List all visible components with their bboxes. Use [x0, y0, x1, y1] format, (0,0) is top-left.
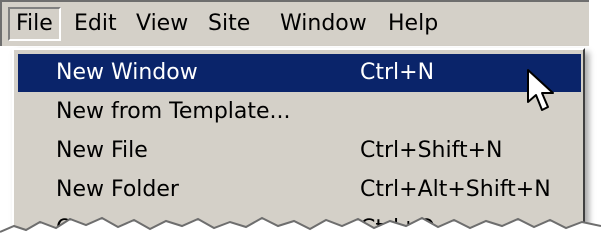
menu-site[interactable]: Site — [202, 7, 256, 41]
menu-item-new-folder[interactable]: New Folder Ctrl+Alt+Shift+N — [18, 171, 581, 209]
menu-file[interactable]: File — [8, 7, 61, 41]
menu-item-label: Open... — [56, 216, 136, 241]
menu-item-label: New Folder — [56, 177, 179, 202]
menu-item-shortcut: Ctrl+O — [360, 216, 435, 241]
mouse-pointer-icon — [527, 69, 554, 111]
file-menu-dropdown: New Window Ctrl+N New from Template... N… — [12, 48, 585, 241]
menu-item-label: New Window — [56, 60, 198, 85]
menu-edit[interactable]: Edit — [68, 7, 123, 41]
menu-item-shortcut: Ctrl+N — [360, 60, 435, 85]
screenshot-frame: File Edit View Site Window Help New Wind… — [0, 0, 601, 241]
menu-item-label: New File — [56, 138, 148, 163]
menu-help[interactable]: Help — [382, 7, 444, 41]
menu-view[interactable]: View — [130, 7, 194, 41]
menu-item-shortcut: Ctrl+Alt+Shift+N — [360, 177, 551, 202]
menu-bar: File Edit View Site Window Help — [0, 0, 589, 46]
menu-item-new-file[interactable]: New File Ctrl+Shift+N — [18, 132, 581, 170]
menu-item-shortcut: Ctrl+Shift+N — [360, 138, 503, 163]
menu-window[interactable]: Window — [274, 7, 373, 41]
menu-item-new-from-template[interactable]: New from Template... — [18, 93, 581, 131]
menu-item-new-window[interactable]: New Window Ctrl+N — [18, 54, 581, 92]
menu-item-label: New from Template... — [56, 99, 291, 124]
menu-item-open[interactable]: Open... Ctrl+O — [18, 210, 581, 241]
